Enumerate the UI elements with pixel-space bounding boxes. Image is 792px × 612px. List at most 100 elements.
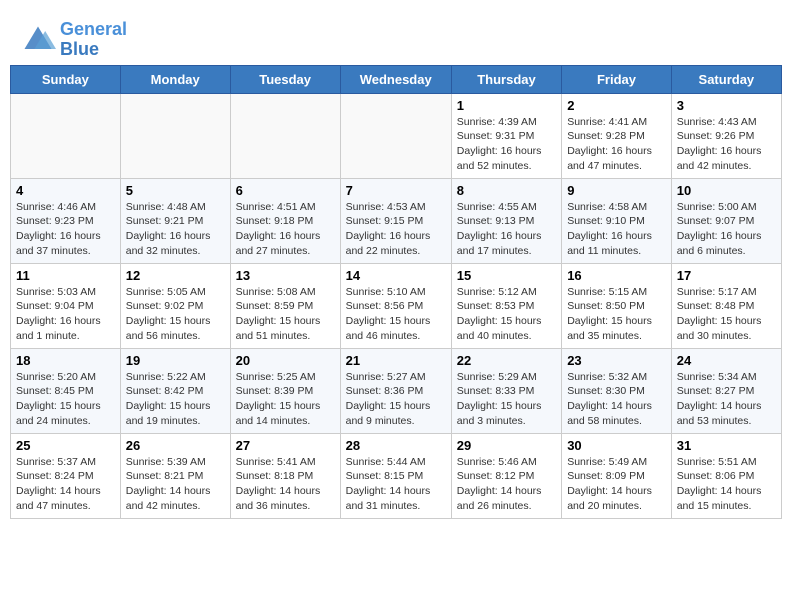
calendar-cell: 25 Sunrise: 5:37 AMSunset: 8:24 PMDayligh… — [11, 433, 121, 518]
day-number: 13 — [236, 268, 335, 283]
day-number: 1 — [457, 98, 556, 113]
calendar-header-row: SundayMondayTuesdayWednesdayThursdayFrid… — [11, 65, 782, 93]
day-info: Sunrise: 5:22 AMSunset: 8:42 PMDaylight:… — [126, 370, 225, 429]
day-number: 17 — [677, 268, 776, 283]
day-number: 10 — [677, 183, 776, 198]
column-header-tuesday: Tuesday — [230, 65, 340, 93]
week-row-3: 11 Sunrise: 5:03 AMSunset: 9:04 PMDayligh… — [11, 263, 782, 348]
calendar-cell: 2 Sunrise: 4:41 AMSunset: 9:28 PMDaylight… — [562, 93, 672, 178]
column-header-thursday: Thursday — [451, 65, 561, 93]
day-number: 21 — [346, 353, 446, 368]
day-info: Sunrise: 4:51 AMSunset: 9:18 PMDaylight:… — [236, 200, 335, 259]
column-header-wednesday: Wednesday — [340, 65, 451, 93]
day-number: 20 — [236, 353, 335, 368]
day-info: Sunrise: 5:20 AMSunset: 8:45 PMDaylight:… — [16, 370, 115, 429]
calendar-cell: 7Sunrise: 4:53 AMSunset: 9:15 PMDaylight… — [340, 178, 451, 263]
calendar-cell — [230, 93, 340, 178]
day-info: Sunrise: 5:37 AMSunset: 8:24 PMDaylight:… — [16, 455, 115, 514]
logo: General Blue — [20, 20, 127, 60]
day-info: Sunrise: 5:39 AMSunset: 8:21 PMDaylight:… — [126, 455, 225, 514]
day-info: Sunrise: 5:17 AMSunset: 8:48 PMDaylight:… — [677, 285, 776, 344]
day-number: 9 — [567, 183, 666, 198]
calendar-cell — [11, 93, 121, 178]
calendar-cell: 23 Sunrise: 5:32 AMSunset: 8:30 PMDayligh… — [562, 348, 672, 433]
day-info: Sunrise: 5:46 AMSunset: 8:12 PMDaylight:… — [457, 455, 556, 514]
week-row-4: 18 Sunrise: 5:20 AMSunset: 8:45 PMDayligh… — [11, 348, 782, 433]
day-number: 16 — [567, 268, 666, 283]
calendar-cell: 28 Sunrise: 5:44 AMSunset: 8:15 PMDayligh… — [340, 433, 451, 518]
day-info: Sunrise: 5:51 AMSunset: 8:06 PMDaylight:… — [677, 455, 776, 514]
day-number: 23 — [567, 353, 666, 368]
column-header-monday: Monday — [120, 65, 230, 93]
calendar-cell: 18 Sunrise: 5:20 AMSunset: 8:45 PMDayligh… — [11, 348, 121, 433]
day-number: 12 — [126, 268, 225, 283]
day-number: 26 — [126, 438, 225, 453]
day-number: 11 — [16, 268, 115, 283]
day-info: Sunrise: 5:34 AMSunset: 8:27 PMDaylight:… — [677, 370, 776, 429]
calendar-cell: 8 Sunrise: 4:55 AMSunset: 9:13 PMDaylight… — [451, 178, 561, 263]
calendar-cell — [120, 93, 230, 178]
week-row-5: 25 Sunrise: 5:37 AMSunset: 8:24 PMDayligh… — [11, 433, 782, 518]
day-info: Sunrise: 5:10 AMSunset: 8:56 PMDaylight:… — [346, 285, 446, 344]
day-info: Sunrise: 5:05 AMSunset: 9:02 PMDaylight:… — [126, 285, 225, 344]
calendar-cell: 15 Sunrise: 5:12 AMSunset: 8:53 PMDayligh… — [451, 263, 561, 348]
calendar-cell: 24Sunrise: 5:34 AMSunset: 8:27 PMDayligh… — [671, 348, 781, 433]
calendar-cell: 30 Sunrise: 5:49 AMSunset: 8:09 PMDayligh… — [562, 433, 672, 518]
column-header-saturday: Saturday — [671, 65, 781, 93]
day-info: Sunrise: 4:41 AMSunset: 9:28 PMDaylight:… — [567, 115, 666, 174]
day-number: 5 — [126, 183, 225, 198]
day-info: Sunrise: 5:27 AMSunset: 8:36 PMDaylight:… — [346, 370, 446, 429]
week-row-2: 4Sunrise: 4:46 AMSunset: 9:23 PMDaylight… — [11, 178, 782, 263]
day-number: 29 — [457, 438, 556, 453]
calendar-cell: 27Sunrise: 5:41 AMSunset: 8:18 PMDayligh… — [230, 433, 340, 518]
day-number: 19 — [126, 353, 225, 368]
day-info: Sunrise: 5:00 AMSunset: 9:07 PMDaylight:… — [677, 200, 776, 259]
day-info: Sunrise: 5:41 AMSunset: 8:18 PMDaylight:… — [236, 455, 335, 514]
week-row-1: 1Sunrise: 4:39 AMSunset: 9:31 PMDaylight… — [11, 93, 782, 178]
day-number: 2 — [567, 98, 666, 113]
calendar-cell: 10 Sunrise: 5:00 AMSunset: 9:07 PMDayligh… — [671, 178, 781, 263]
page-header: General Blue — [10, 10, 782, 65]
calendar-cell: 9Sunrise: 4:58 AMSunset: 9:10 PMDaylight… — [562, 178, 672, 263]
day-info: Sunrise: 5:03 AMSunset: 9:04 PMDaylight:… — [16, 285, 115, 344]
day-number: 30 — [567, 438, 666, 453]
day-number: 18 — [16, 353, 115, 368]
column-header-friday: Friday — [562, 65, 672, 93]
calendar-cell: 14Sunrise: 5:10 AMSunset: 8:56 PMDayligh… — [340, 263, 451, 348]
day-info: Sunrise: 5:12 AMSunset: 8:53 PMDaylight:… — [457, 285, 556, 344]
calendar-cell: 22Sunrise: 5:29 AMSunset: 8:33 PMDayligh… — [451, 348, 561, 433]
day-number: 15 — [457, 268, 556, 283]
day-number: 3 — [677, 98, 776, 113]
logo-text: General Blue — [60, 20, 127, 60]
day-info: Sunrise: 5:15 AMSunset: 8:50 PMDaylight:… — [567, 285, 666, 344]
calendar-cell: 1Sunrise: 4:39 AMSunset: 9:31 PMDaylight… — [451, 93, 561, 178]
calendar-cell: 31Sunrise: 5:51 AMSunset: 8:06 PMDayligh… — [671, 433, 781, 518]
calendar-cell: 12 Sunrise: 5:05 AMSunset: 9:02 PMDayligh… — [120, 263, 230, 348]
calendar-cell: 16 Sunrise: 5:15 AMSunset: 8:50 PMDayligh… — [562, 263, 672, 348]
day-number: 25 — [16, 438, 115, 453]
calendar-cell: 5Sunrise: 4:48 AMSunset: 9:21 PMDaylight… — [120, 178, 230, 263]
calendar-cell: 4Sunrise: 4:46 AMSunset: 9:23 PMDaylight… — [11, 178, 121, 263]
calendar-cell: 26 Sunrise: 5:39 AMSunset: 8:21 PMDayligh… — [120, 433, 230, 518]
day-number: 8 — [457, 183, 556, 198]
day-number: 4 — [16, 183, 115, 198]
calendar-cell: 3 Sunrise: 4:43 AMSunset: 9:26 PMDaylight… — [671, 93, 781, 178]
calendar-cell: 29 Sunrise: 5:46 AMSunset: 8:12 PMDayligh… — [451, 433, 561, 518]
day-number: 28 — [346, 438, 446, 453]
calendar-cell: 20 Sunrise: 5:25 AMSunset: 8:39 PMDayligh… — [230, 348, 340, 433]
day-info: Sunrise: 4:55 AMSunset: 9:13 PMDaylight:… — [457, 200, 556, 259]
day-info: Sunrise: 5:44 AMSunset: 8:15 PMDaylight:… — [346, 455, 446, 514]
day-number: 6 — [236, 183, 335, 198]
calendar-cell: 6 Sunrise: 4:51 AMSunset: 9:18 PMDaylight… — [230, 178, 340, 263]
day-info: Sunrise: 4:43 AMSunset: 9:26 PMDaylight:… — [677, 115, 776, 174]
day-info: Sunrise: 5:25 AMSunset: 8:39 PMDaylight:… — [236, 370, 335, 429]
calendar-table: SundayMondayTuesdayWednesdayThursdayFrid… — [10, 65, 782, 519]
day-info: Sunrise: 4:53 AMSunset: 9:15 PMDaylight:… — [346, 200, 446, 259]
day-info: Sunrise: 5:49 AMSunset: 8:09 PMDaylight:… — [567, 455, 666, 514]
calendar-cell: 17 Sunrise: 5:17 AMSunset: 8:48 PMDayligh… — [671, 263, 781, 348]
calendar-cell: 11 Sunrise: 5:03 AMSunset: 9:04 PMDayligh… — [11, 263, 121, 348]
day-info: Sunrise: 5:32 AMSunset: 8:30 PMDaylight:… — [567, 370, 666, 429]
calendar-cell: 19 Sunrise: 5:22 AMSunset: 8:42 PMDayligh… — [120, 348, 230, 433]
column-header-sunday: Sunday — [11, 65, 121, 93]
calendar-cell: 13Sunrise: 5:08 AMSunset: 8:59 PMDayligh… — [230, 263, 340, 348]
